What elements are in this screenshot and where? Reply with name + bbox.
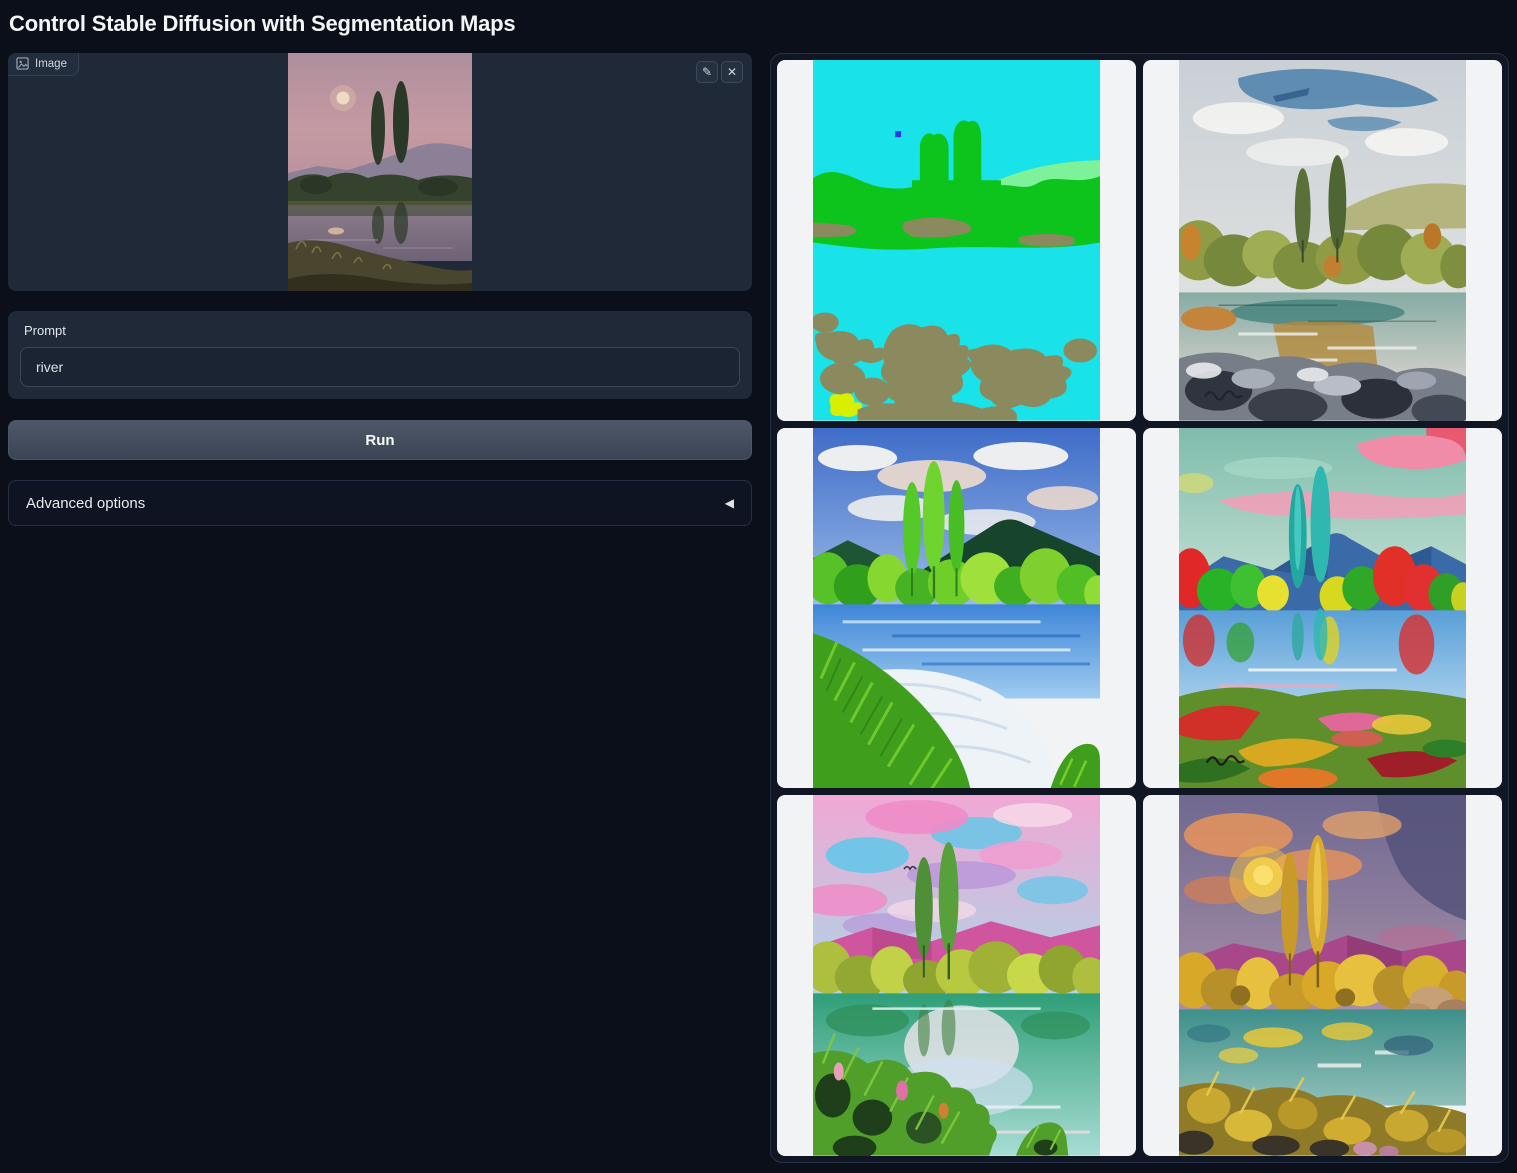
gallery-item-watercolor-river[interactable] xyxy=(1143,60,1502,421)
gallery-item-golden-sunset-river[interactable] xyxy=(1143,795,1502,1156)
gallery-image-expressionist-river xyxy=(1179,428,1466,789)
prompt-block: Prompt xyxy=(8,311,752,399)
uploaded-image xyxy=(288,53,472,291)
image-label-text: Image xyxy=(35,58,67,70)
gallery-image-watercolor-river xyxy=(1179,60,1466,421)
left-column: Image ✎ ✕ xyxy=(8,53,752,526)
gallery-image-golden-sunset-river xyxy=(1179,795,1466,1156)
page-title: Control Stable Diffusion with Segmentati… xyxy=(9,11,1509,37)
prompt-label: Prompt xyxy=(24,323,740,338)
edit-icon: ✎ xyxy=(702,66,712,78)
image-upload-component[interactable]: Image ✎ ✕ xyxy=(8,53,752,291)
image-component-label: Image xyxy=(8,53,79,76)
clear-image-button[interactable]: ✕ xyxy=(721,61,743,83)
gallery-item-bright-oil-river[interactable] xyxy=(777,428,1136,789)
image-icon xyxy=(16,57,29,70)
output-gallery xyxy=(770,53,1509,1163)
advanced-options-label: Advanced options xyxy=(26,495,145,512)
gallery-image-bright-oil-river xyxy=(813,428,1100,789)
edit-image-button[interactable]: ✎ xyxy=(696,61,718,83)
advanced-options-accordion[interactable]: Advanced options ◀ xyxy=(8,480,752,526)
prompt-input[interactable] xyxy=(20,347,740,387)
gallery-image-pink-sky-river xyxy=(813,795,1100,1156)
gallery-item-segmentation-map[interactable] xyxy=(777,60,1136,421)
close-icon: ✕ xyxy=(727,66,737,78)
run-button[interactable]: Run xyxy=(8,420,752,460)
image-toolbar: ✎ ✕ xyxy=(696,61,743,83)
gallery-item-expressionist-river[interactable] xyxy=(1143,428,1502,789)
main-layout: Image ✎ ✕ xyxy=(8,53,1509,1163)
gallery-item-pink-sky-river[interactable] xyxy=(777,795,1136,1156)
gallery-image-segmentation-map xyxy=(813,60,1100,421)
accordion-collapse-icon: ◀ xyxy=(725,496,734,510)
uploaded-image-preview xyxy=(8,53,752,291)
